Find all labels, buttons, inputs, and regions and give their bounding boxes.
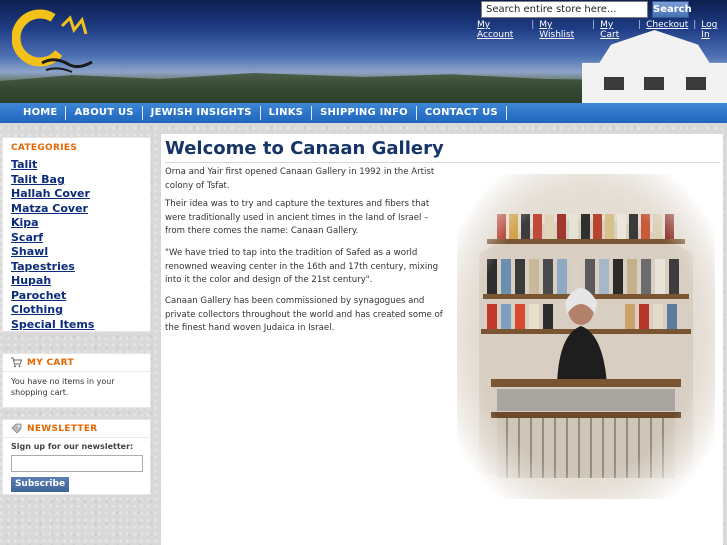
my-cart-link[interactable]: My Cart <box>600 20 633 40</box>
nav-jewish-insights[interactable]: JEWISH INSIGHTS <box>143 106 260 120</box>
link-separator: | <box>693 20 697 30</box>
category-shawl[interactable]: Shawl <box>11 245 150 260</box>
site-header: Search entire store here... Search My Ac… <box>0 0 727 103</box>
checkout-link[interactable]: Checkout <box>646 20 688 32</box>
nav-links[interactable]: LINKS <box>261 106 311 120</box>
category-hallah-cover[interactable]: Hallah Cover <box>11 187 150 202</box>
site-logo[interactable] <box>12 8 104 80</box>
newsletter-box: NEWSLETTER Sign up for our newsletter: S… <box>2 419 151 495</box>
category-special-items[interactable]: Special Items <box>11 318 150 333</box>
cart-icon <box>11 357 22 368</box>
header-building-image <box>582 30 727 103</box>
weaver-photo <box>457 174 715 499</box>
cart-empty-text: You have no items in your shopping cart. <box>11 377 115 397</box>
my-cart-title: MY CART <box>27 357 74 368</box>
newsletter-label: Sign up for our newsletter: <box>11 442 134 451</box>
newsletter-email-input[interactable] <box>11 455 143 472</box>
newsletter-title: NEWSLETTER <box>27 423 98 434</box>
main-content: Welcome to Canaan Gallery Orna and Yair … <box>161 134 723 545</box>
nav-separator <box>505 106 507 120</box>
search-button[interactable]: Search <box>652 1 692 18</box>
category-talit-bag[interactable]: Talit Bag <box>11 173 150 188</box>
nav-about-us[interactable]: ABOUT US <box>66 106 141 120</box>
nav-contact-us[interactable]: CONTACT US <box>417 106 506 120</box>
link-separator: | <box>531 20 535 30</box>
intro-paragraph-1: Orna and Yair first opened Canaan Galler… <box>165 167 435 191</box>
categories-list: Talit Talit Bag Hallah Cover Matza Cover… <box>11 158 150 332</box>
search-input[interactable]: Search entire store here... <box>481 1 648 18</box>
category-hupah[interactable]: Hupah <box>11 274 150 289</box>
link-separator: | <box>638 20 642 30</box>
login-link[interactable]: Log In <box>701 20 727 40</box>
subscribe-button[interactable]: Subscribe <box>11 477 69 492</box>
page-title: Welcome to Canaan Gallery <box>165 138 444 159</box>
newsletter-header: NEWSLETTER <box>3 420 150 438</box>
account-links: My Account | My Wishlist | My Cart | Che… <box>477 20 727 40</box>
title-divider <box>165 162 720 163</box>
intro-paragraph-2: Their idea was to try and capture the te… <box>165 199 430 236</box>
link-separator: | <box>592 20 596 30</box>
category-parochet[interactable]: Parochet <box>11 289 150 304</box>
category-scarf[interactable]: Scarf <box>11 231 150 246</box>
categories-title: CATEGORIES <box>11 143 78 153</box>
intro-paragraph-3: "We have tried to tap into the tradition… <box>165 248 439 285</box>
category-clothing[interactable]: Clothing <box>11 303 150 318</box>
nav-shipping-info[interactable]: SHIPPING INFO <box>312 106 416 120</box>
category-tapestries[interactable]: Tapestries <box>11 260 150 275</box>
categories-box: CATEGORIES Talit Talit Bag Hallah Cover … <box>2 137 151 332</box>
tag-icon <box>11 423 22 434</box>
my-cart-header: MY CART <box>3 354 150 372</box>
nav-home[interactable]: HOME <box>15 106 65 120</box>
my-account-link[interactable]: My Account <box>477 20 526 40</box>
category-matza-cover[interactable]: Matza Cover <box>11 202 150 217</box>
main-nav: HOME ABOUT US JEWISH INSIGHTS LINKS SHIP… <box>0 103 727 123</box>
my-wishlist-link[interactable]: My Wishlist <box>539 20 587 40</box>
my-cart-box: MY CART You have no items in your shoppi… <box>2 353 151 408</box>
category-kipa[interactable]: Kipa <box>11 216 150 231</box>
category-talit[interactable]: Talit <box>11 158 150 173</box>
intro-paragraph-4: Canaan Gallery has been commissioned by … <box>165 296 443 333</box>
